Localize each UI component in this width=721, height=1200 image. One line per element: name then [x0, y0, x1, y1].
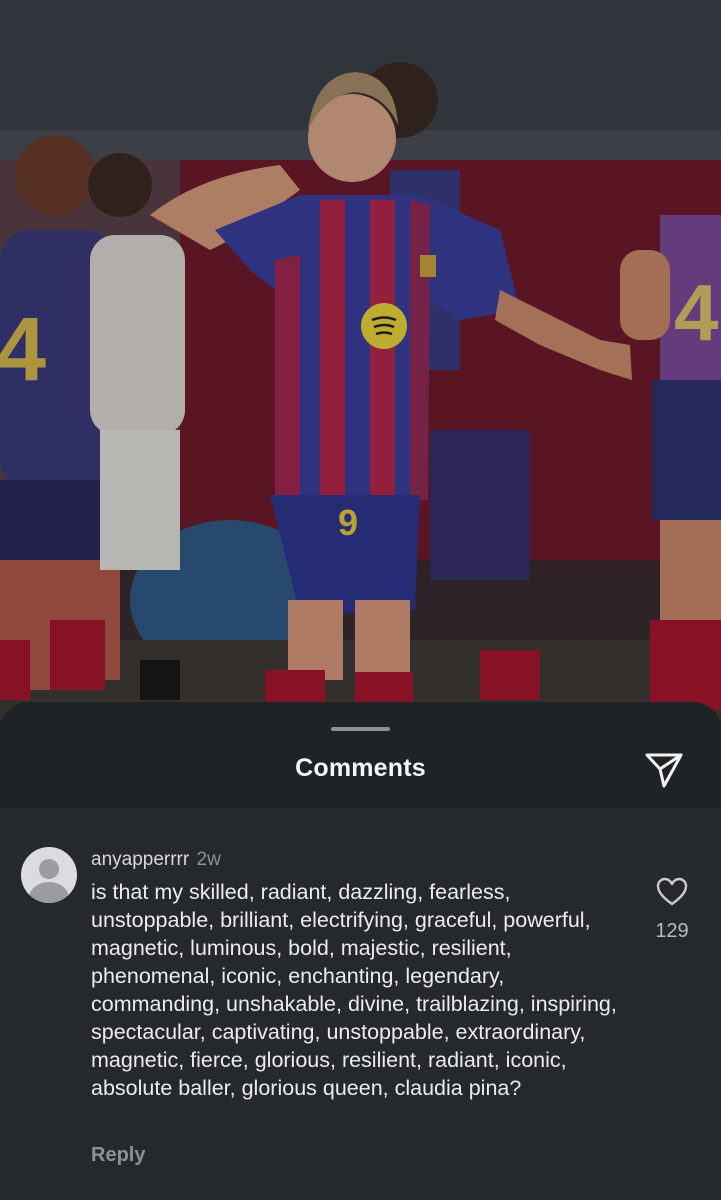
avatar-head-shape	[39, 859, 59, 879]
comment-username[interactable]: anyapperrrr	[91, 849, 189, 870]
heart-outline-icon	[656, 877, 688, 906]
sheet-drag-handle[interactable]	[331, 727, 390, 731]
share-button[interactable]	[643, 750, 685, 790]
like-button[interactable]	[655, 876, 689, 908]
avatar-body-shape	[29, 882, 69, 903]
sheet-title: Comments	[295, 754, 426, 782]
like-count: 129	[655, 920, 689, 942]
reply-button[interactable]: Reply	[91, 1144, 145, 1167]
comment-meta: anyapperrrr 2w	[91, 848, 221, 872]
comment-item: anyapperrrr 2w is that my skilled, radia…	[0, 808, 721, 1200]
comments-sheet: Comments anyapperrrr 2w is that my skill…	[0, 702, 721, 1200]
comments-sheet-header: Comments	[0, 702, 721, 808]
post-comments-screen: 4 4 9 Comments anyapperrrr 2w is that my…	[0, 0, 721, 1200]
default-avatar-icon[interactable]	[21, 847, 77, 903]
comment-timestamp: 2w	[196, 849, 221, 870]
post-photo[interactable]: 4 4 9	[0, 0, 721, 720]
comment-text: is that my skilled, radiant, dazzling, f…	[91, 880, 617, 1100]
paper-plane-icon	[645, 753, 683, 788]
photo-dim-overlay	[0, 0, 721, 720]
